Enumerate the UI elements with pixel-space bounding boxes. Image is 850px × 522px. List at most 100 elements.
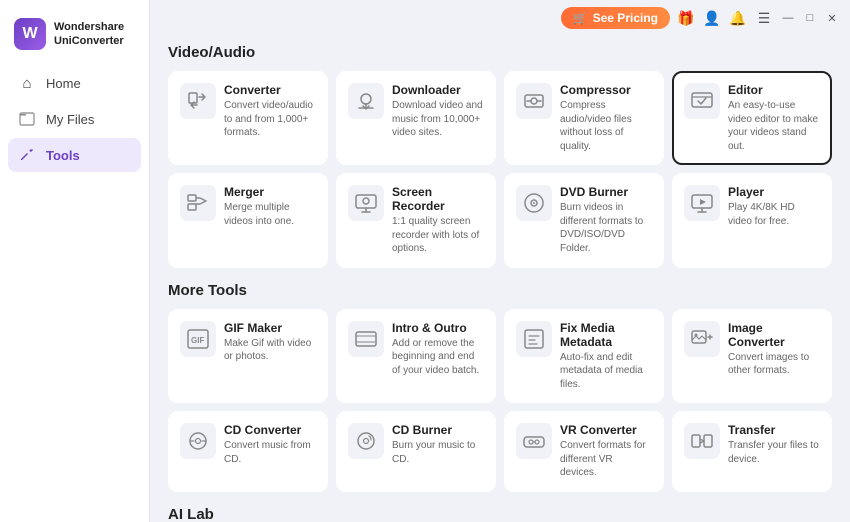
my-files-icon bbox=[18, 110, 36, 128]
gif-maker-name: GIF Maker bbox=[224, 321, 316, 335]
main-area: 🛒 See Pricing 🎁 👤 🔔 ☰ — □ ✕ Video/Audio bbox=[150, 0, 850, 522]
more-tools-grid: GIF GIF Maker Make Gif with video or pho… bbox=[168, 309, 832, 492]
tool-card-image-converter[interactable]: Image Converter Convert images to other … bbox=[672, 309, 832, 404]
downloader-icon bbox=[348, 83, 384, 119]
tool-card-dvd-burner[interactable]: DVD Burner Burn videos in different form… bbox=[504, 173, 664, 268]
intro-outro-name: Intro & Outro bbox=[392, 321, 484, 335]
section-more-tools: More Tools GIF GIF Maker Make Gif with v… bbox=[168, 282, 832, 492]
downloader-desc: Download video and music from 10,000+ vi… bbox=[392, 99, 484, 140]
intro-outro-desc: Add or remove the beginning and end of y… bbox=[392, 337, 484, 378]
gift-icon[interactable]: 🎁 bbox=[676, 8, 696, 28]
tool-card-compressor[interactable]: Compressor Compress audio/video files wi… bbox=[504, 71, 664, 165]
image-converter-desc: Convert images to other formats. bbox=[728, 351, 820, 378]
cd-converter-icon bbox=[180, 423, 216, 459]
home-icon: ⌂ bbox=[18, 74, 36, 92]
sidebar-item-tools[interactable]: Tools bbox=[8, 138, 141, 172]
converter-icon bbox=[180, 83, 216, 119]
tool-card-fix-media-metadata[interactable]: Fix Media Metadata Auto-fix and edit met… bbox=[504, 309, 664, 404]
user-icon[interactable]: 👤 bbox=[702, 8, 722, 28]
screen-recorder-desc: 1:1 quality screen recorder with lots of… bbox=[392, 215, 484, 256]
downloader-name: Downloader bbox=[392, 83, 484, 97]
tool-card-vr-converter[interactable]: VR Converter Convert formats for differe… bbox=[504, 411, 664, 492]
merger-icon bbox=[180, 185, 216, 221]
tool-card-player[interactable]: Player Play 4K/8K HD video for free. bbox=[672, 173, 832, 268]
fix-media-metadata-desc: Auto-fix and edit metadata of media file… bbox=[560, 351, 652, 392]
screen-recorder-icon bbox=[348, 185, 384, 221]
player-icon bbox=[684, 185, 720, 221]
tool-card-transfer[interactable]: Transfer Transfer your files to device. bbox=[672, 411, 832, 492]
tool-card-intro-outro[interactable]: Intro & Outro Add or remove the beginnin… bbox=[336, 309, 496, 404]
vr-converter-icon bbox=[516, 423, 552, 459]
tool-card-converter[interactable]: Converter Convert video/audio to and fro… bbox=[168, 71, 328, 165]
content-area: Video/Audio Converter Convert video/audi… bbox=[150, 34, 850, 522]
converter-name: Converter bbox=[224, 83, 316, 97]
minimize-button[interactable]: — bbox=[780, 10, 796, 26]
converter-desc: Convert video/audio to and from 1,000+ f… bbox=[224, 99, 316, 140]
tool-card-cd-burner[interactable]: CD Burner Burn your music to CD. bbox=[336, 411, 496, 492]
fix-media-metadata-name: Fix Media Metadata bbox=[560, 321, 652, 349]
player-desc: Play 4K/8K HD video for free. bbox=[728, 201, 820, 228]
compressor-desc: Compress audio/video files without loss … bbox=[560, 99, 652, 153]
section-ai-lab: AI Lab bbox=[168, 506, 832, 522]
logo-icon: W bbox=[14, 18, 46, 50]
tool-card-downloader[interactable]: Downloader Download video and music from… bbox=[336, 71, 496, 165]
tool-card-gif-maker[interactable]: GIF GIF Maker Make Gif with video or pho… bbox=[168, 309, 328, 404]
section-more-tools-title: More Tools bbox=[168, 282, 832, 299]
merger-desc: Merge multiple videos into one. bbox=[224, 201, 316, 228]
compressor-icon bbox=[516, 83, 552, 119]
cd-burner-name: CD Burner bbox=[392, 423, 484, 437]
transfer-name: Transfer bbox=[728, 423, 820, 437]
sidebar-item-home-label: Home bbox=[46, 76, 81, 91]
vr-converter-desc: Convert formats for different VR devices… bbox=[560, 439, 652, 480]
menu-icon[interactable]: ☰ bbox=[754, 8, 774, 28]
intro-outro-icon bbox=[348, 321, 384, 357]
sidebar-item-my-files-label: My Files bbox=[46, 112, 94, 127]
section-video-audio: Video/Audio Converter Convert video/audi… bbox=[168, 44, 832, 268]
cd-burner-icon bbox=[348, 423, 384, 459]
editor-name: Editor bbox=[728, 83, 820, 97]
vr-converter-name: VR Converter bbox=[560, 423, 652, 437]
section-video-audio-title: Video/Audio bbox=[168, 44, 832, 61]
see-pricing-label: See Pricing bbox=[593, 11, 658, 25]
sidebar-item-tools-label: Tools bbox=[46, 148, 80, 163]
gif-maker-icon: GIF bbox=[180, 321, 216, 357]
merger-name: Merger bbox=[224, 185, 316, 199]
fix-media-metadata-icon bbox=[516, 321, 552, 357]
topbar: 🛒 See Pricing 🎁 👤 🔔 ☰ — □ ✕ bbox=[150, 0, 850, 34]
compressor-name: Compressor bbox=[560, 83, 652, 97]
transfer-desc: Transfer your files to device. bbox=[728, 439, 820, 466]
dvd-burner-icon bbox=[516, 185, 552, 221]
tool-card-screen-recorder[interactable]: Screen Recorder 1:1 quality screen recor… bbox=[336, 173, 496, 268]
player-name: Player bbox=[728, 185, 820, 199]
close-button[interactable]: ✕ bbox=[824, 10, 840, 26]
bell-icon[interactable]: 🔔 bbox=[728, 8, 748, 28]
sidebar-nav: ⌂ Home My Files Tools bbox=[0, 66, 149, 172]
see-pricing-button[interactable]: 🛒 See Pricing bbox=[561, 7, 670, 29]
video-audio-grid: Converter Convert video/audio to and fro… bbox=[168, 71, 832, 268]
tools-icon bbox=[18, 146, 36, 164]
cd-converter-name: CD Converter bbox=[224, 423, 316, 437]
tool-card-editor[interactable]: Editor An easy-to-use video editor to ma… bbox=[672, 71, 832, 165]
image-converter-icon bbox=[684, 321, 720, 357]
dvd-burner-desc: Burn videos in different formats to DVD/… bbox=[560, 201, 652, 255]
editor-desc: An easy-to-use video editor to make your… bbox=[728, 99, 820, 153]
editor-icon bbox=[684, 83, 720, 119]
tool-card-merger[interactable]: Merger Merge multiple videos into one. bbox=[168, 173, 328, 268]
transfer-icon bbox=[684, 423, 720, 459]
gif-maker-desc: Make Gif with video or photos. bbox=[224, 337, 316, 364]
cd-burner-desc: Burn your music to CD. bbox=[392, 439, 484, 466]
maximize-button[interactable]: □ bbox=[802, 10, 818, 26]
svg-text:GIF: GIF bbox=[191, 336, 204, 345]
image-converter-name: Image Converter bbox=[728, 321, 820, 349]
screen-recorder-name: Screen Recorder bbox=[392, 185, 484, 213]
sidebar: W Wondershare UniConverter ⌂ Home My Fil… bbox=[0, 0, 150, 522]
cart-icon: 🛒 bbox=[573, 11, 588, 25]
logo-text: Wondershare UniConverter bbox=[54, 20, 124, 49]
app-logo: W Wondershare UniConverter bbox=[0, 8, 149, 66]
sidebar-item-home[interactable]: ⌂ Home bbox=[8, 66, 141, 100]
dvd-burner-name: DVD Burner bbox=[560, 185, 652, 199]
tool-card-cd-converter[interactable]: CD Converter Convert music from CD. bbox=[168, 411, 328, 492]
section-ai-lab-title: AI Lab bbox=[168, 506, 832, 522]
cd-converter-desc: Convert music from CD. bbox=[224, 439, 316, 466]
sidebar-item-my-files[interactable]: My Files bbox=[8, 102, 141, 136]
